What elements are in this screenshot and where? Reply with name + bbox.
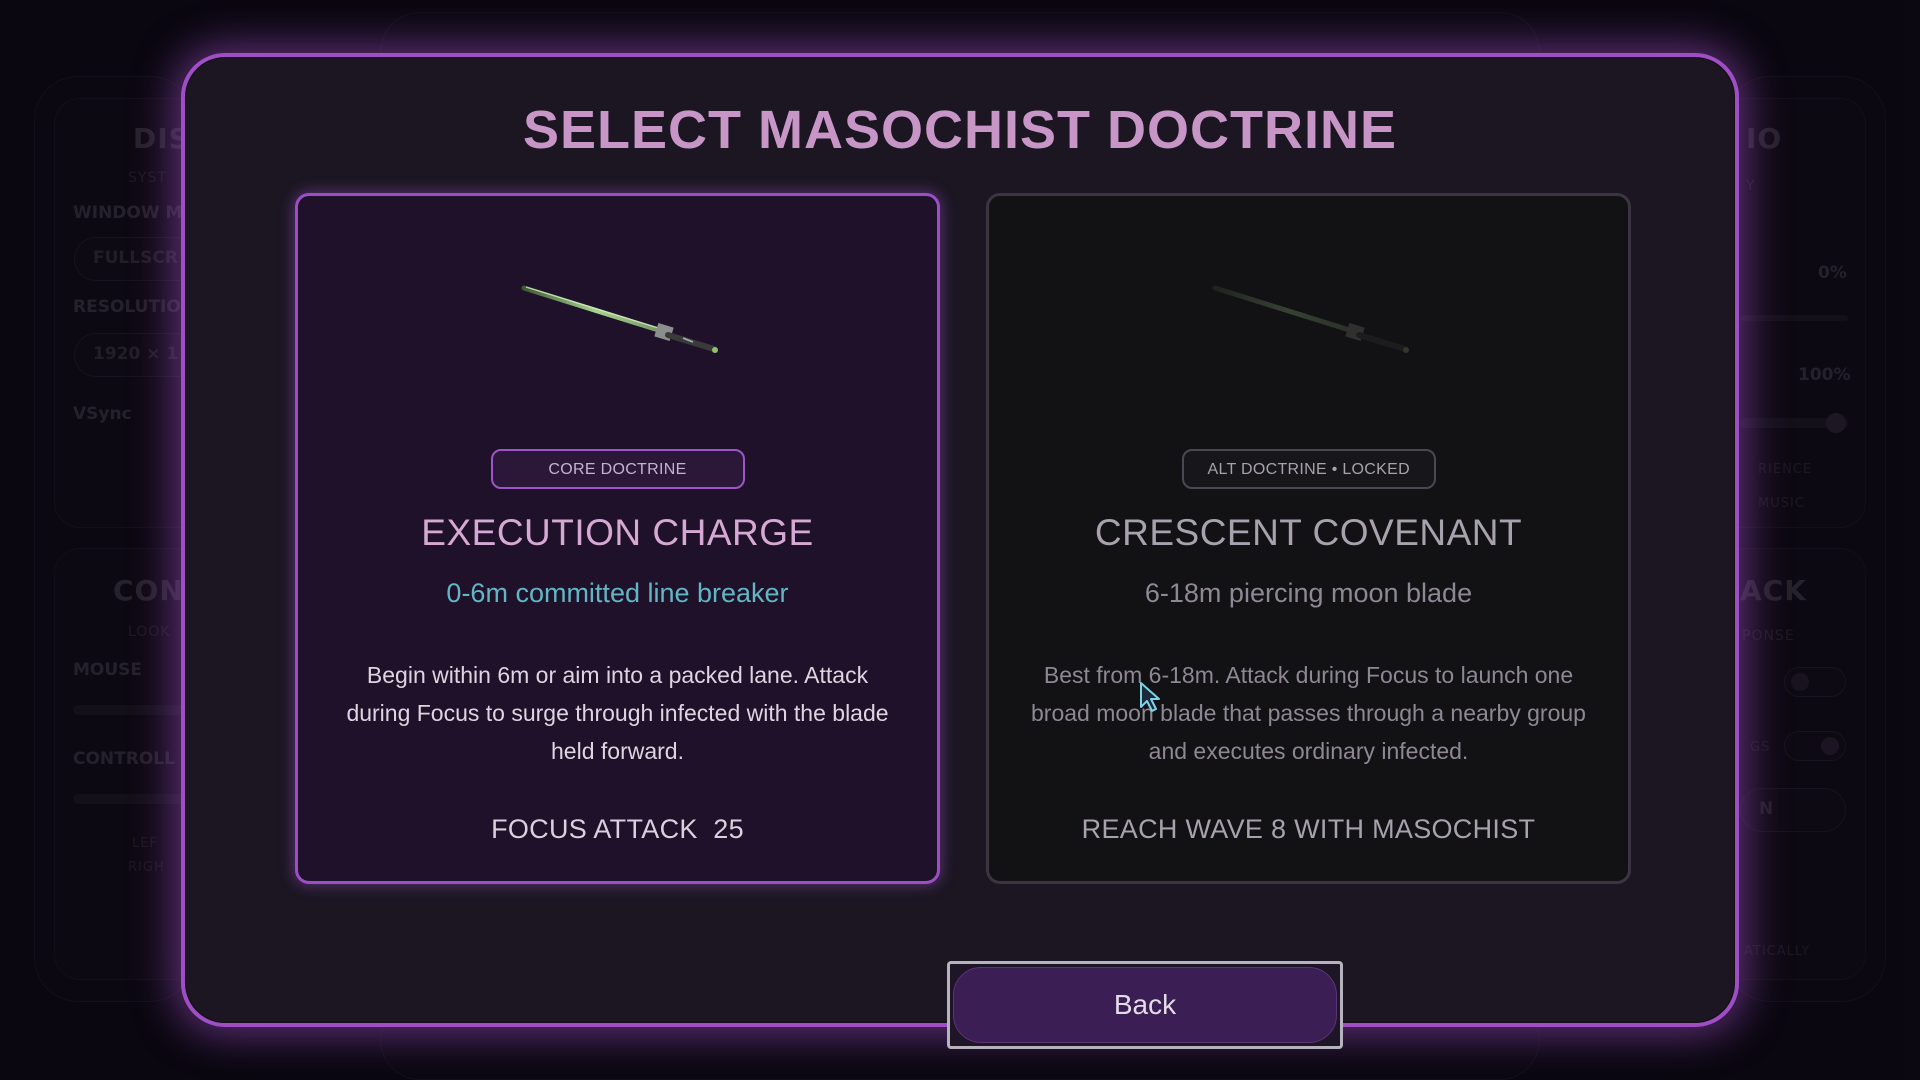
doctrine-name: EXECUTION CHARGE bbox=[421, 512, 814, 553]
doctrine-range: 6-18m piercing moon blade bbox=[1144, 578, 1473, 608]
mouse-cursor-icon bbox=[1140, 682, 1160, 712]
doctrine-unlock-requirement: REACH WAVE 8 WITH MASOCHIST bbox=[1081, 814, 1536, 844]
doctrine-name: CRESCENT COVENANT bbox=[1094, 512, 1523, 553]
doctrine-focus-cost: FOCUS ATTACK 25 bbox=[491, 814, 744, 844]
back-button-focus-ring: Back bbox=[947, 961, 1343, 1049]
doctrine-description: Best from 6-18m. Attack during Focus to … bbox=[1031, 662, 1586, 764]
doctrine-badge-locked: ALT DOCTRINE • LOCKED bbox=[1181, 449, 1436, 489]
doctrine-description: Begin within 6m or aim into a packed lan… bbox=[346, 662, 889, 764]
doctrine-card-execution-charge[interactable]: CORE DOCTRINE EXECUTION CHARGE 0-6m comm… bbox=[295, 193, 940, 884]
modal-title: SELECT MASOCHIST DOCTRINE bbox=[522, 100, 1398, 160]
blade-icon bbox=[521, 285, 718, 353]
doctrine-badge: CORE DOCTRINE bbox=[490, 449, 745, 489]
doctrine-select-modal: SELECT MASOCHIST DOCTRINE CORE DOCTRINE … bbox=[181, 53, 1739, 1049]
blade-icon bbox=[1212, 285, 1409, 353]
back-button[interactable]: Back bbox=[953, 967, 1337, 1043]
doctrine-card-crescent-covenant[interactable]: ALT DOCTRINE • LOCKED CRESCENT COVENANT … bbox=[986, 193, 1631, 884]
doctrine-range: 0-6m committed line breaker bbox=[446, 578, 789, 608]
